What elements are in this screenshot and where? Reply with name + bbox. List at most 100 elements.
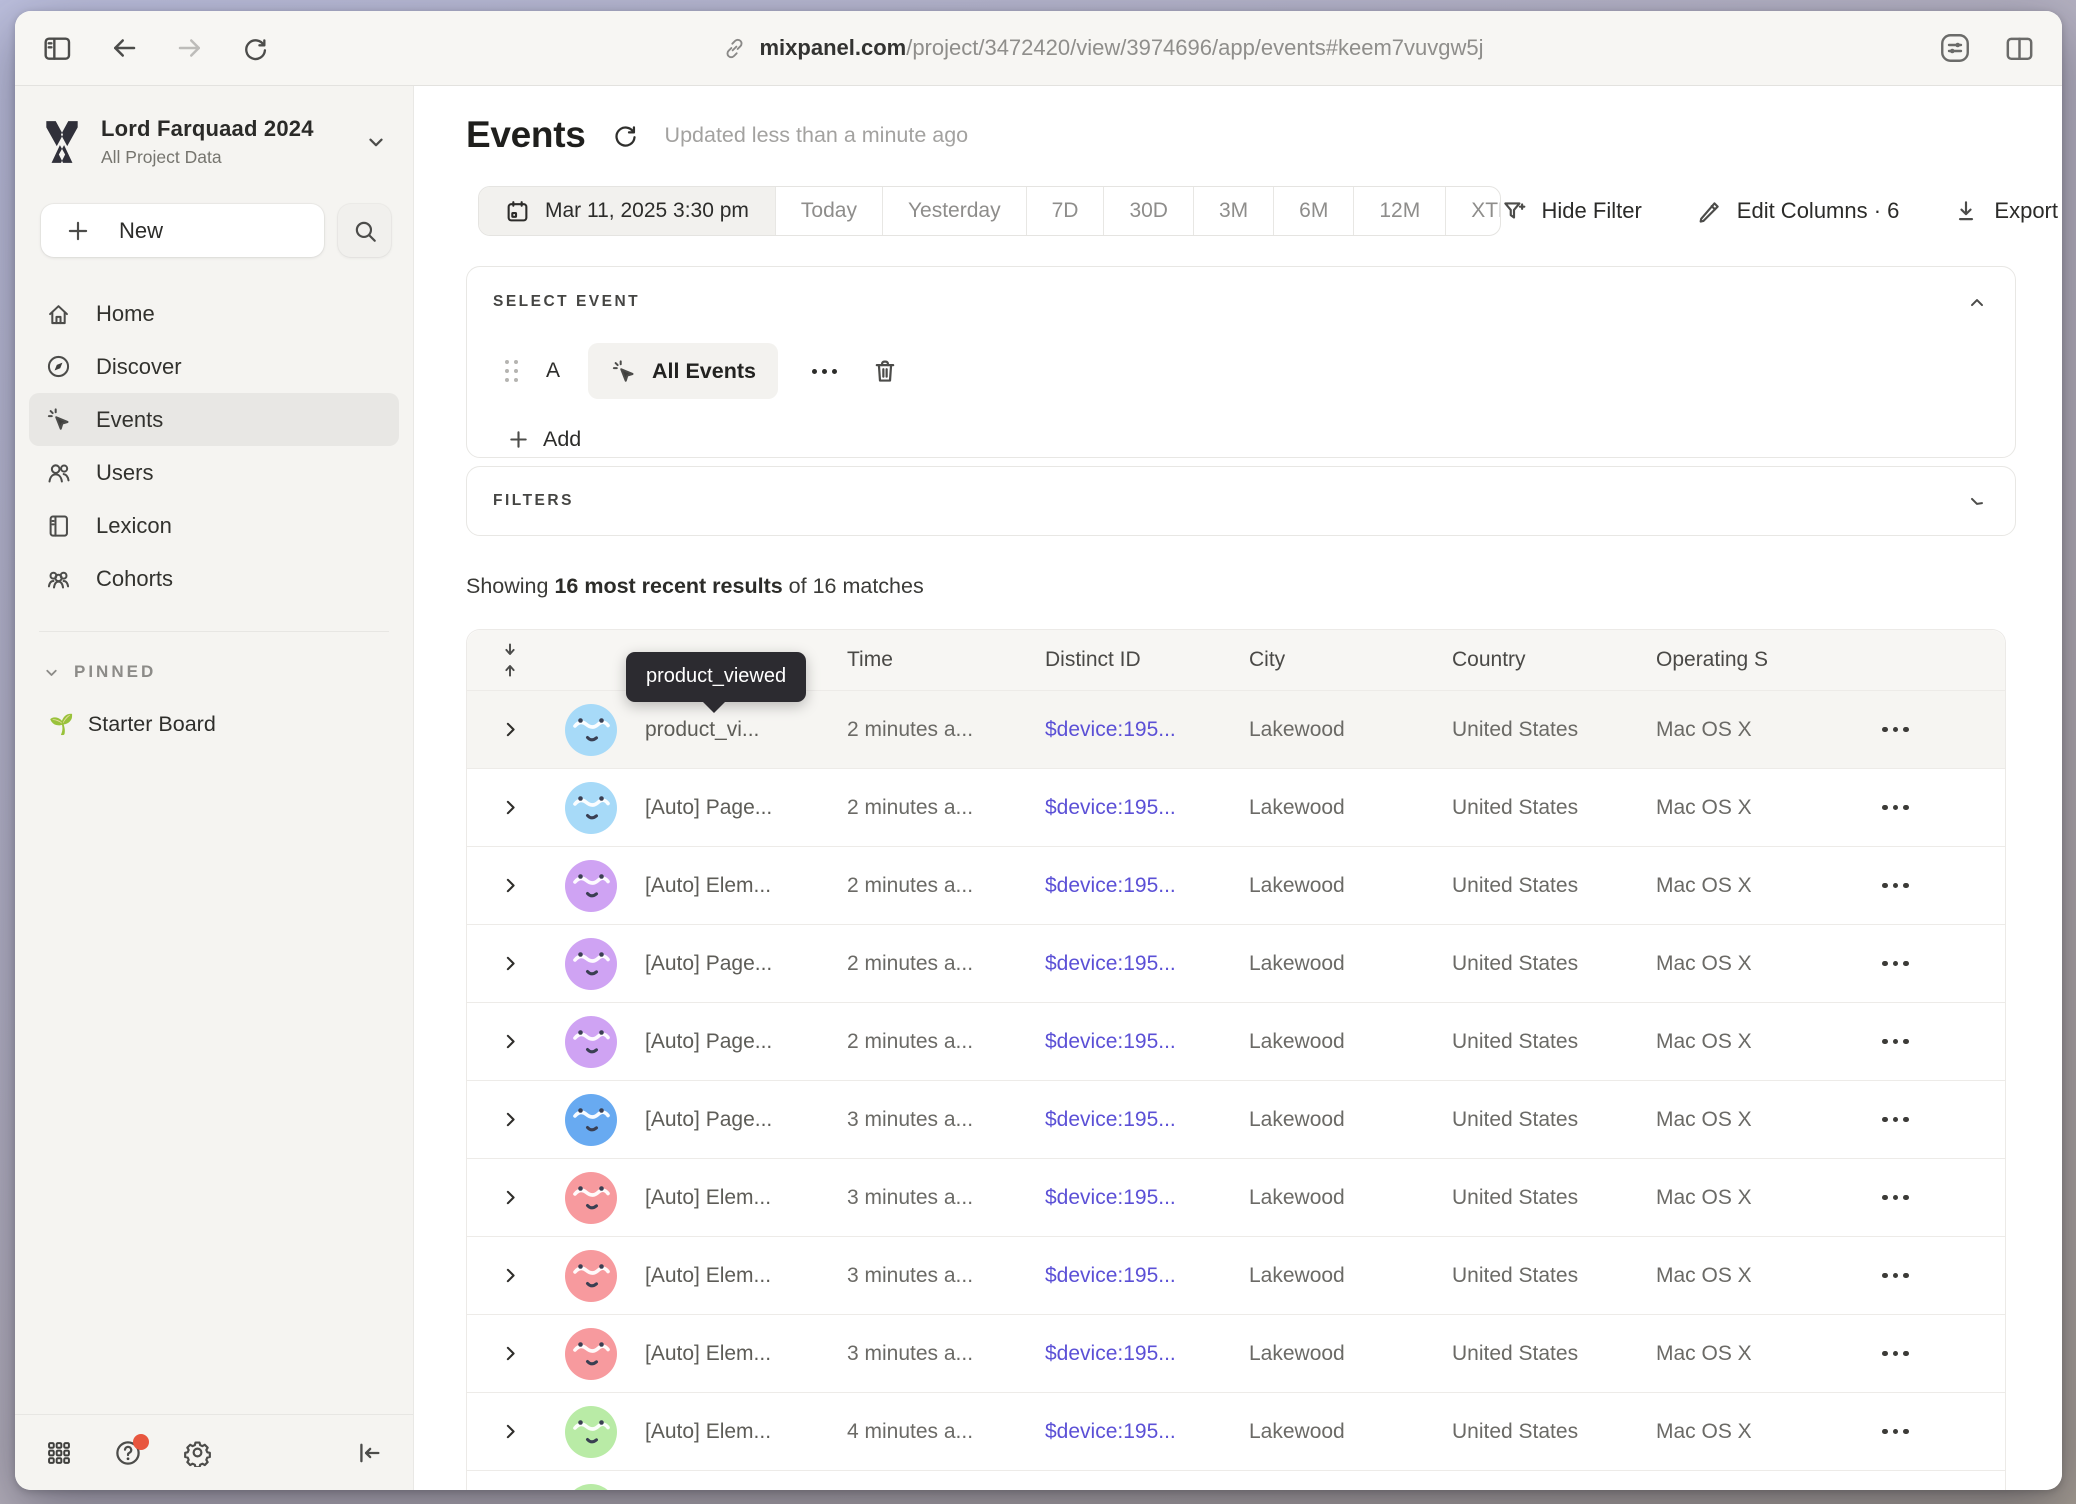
table-row[interactable]: [Auto] Page... 3 minutes a... $device:19… (467, 1080, 2005, 1158)
sidebar-item-starter-board[interactable]: 🌱 Starter Board (49, 712, 389, 737)
distinct-id-link[interactable]: $device:195... (1045, 1030, 1176, 1053)
table-row[interactable]: [Auto] Page... 2 minutes a... $device:19… (467, 924, 2005, 1002)
forward-button-icon[interactable] (175, 33, 205, 63)
event-name[interactable]: [Auto] Page... (645, 1030, 772, 1053)
event-selector-chip[interactable]: All Events (588, 343, 778, 399)
event-name[interactable]: [Auto] Elem... (645, 1264, 771, 1287)
table-row[interactable]: [Auto] Elem... 3 minutes a... $device:19… (467, 1236, 2005, 1314)
distinct-id-link[interactable]: $device:195... (1045, 952, 1176, 975)
range-xtd-button[interactable]: XTD (1445, 187, 1500, 235)
chevron-up-icon[interactable] (1967, 293, 1987, 313)
export-button[interactable]: Export (1953, 198, 2058, 224)
split-view-icon[interactable] (2003, 32, 2036, 65)
browser-settings-icon[interactable] (1937, 30, 1973, 66)
sidebar-item-home[interactable]: Home (29, 287, 399, 340)
sidebar-item-users[interactable]: Users (29, 446, 399, 499)
distinct-id-link[interactable]: $device:195... (1045, 1342, 1176, 1365)
event-name[interactable]: product_vi... (645, 718, 759, 741)
event-name[interactable]: [Auto] Page... (645, 952, 772, 975)
row-menu-button[interactable] (1872, 951, 1919, 977)
help-button[interactable] (113, 1438, 143, 1468)
row-menu-button[interactable] (1872, 795, 1919, 821)
distinct-id-link[interactable]: $device:195... (1045, 1264, 1176, 1287)
add-event-button[interactable]: Add (507, 427, 581, 452)
row-menu-button[interactable] (1872, 873, 1919, 899)
collapse-sidebar-icon[interactable] (355, 1439, 383, 1467)
search-button[interactable] (338, 204, 391, 257)
column-header-time[interactable]: Time (845, 648, 1045, 672)
pinned-section-header[interactable]: PINNED (43, 662, 389, 682)
edit-columns-button[interactable]: Edit Columns · 6 (1696, 198, 1900, 224)
range-yesterday-button[interactable]: Yesterday (882, 187, 1026, 235)
row-menu-button[interactable] (1872, 1107, 1919, 1133)
sidebar-item-events[interactable]: Events (29, 393, 399, 446)
row-expand-chevron[interactable] (500, 953, 521, 974)
row-menu-button[interactable] (1872, 1029, 1919, 1055)
url-bar[interactable]: mixpanel.com/project/3472420/view/397469… (269, 35, 1937, 61)
range-12m-button[interactable]: 12M (1353, 187, 1445, 235)
table-row[interactable]: [Auto] Elem... 2 minutes a... $device:19… (467, 846, 2005, 924)
range-30d-button[interactable]: 30D (1103, 187, 1193, 235)
range-7d-button[interactable]: 7D (1026, 187, 1104, 235)
collapse-rows-icon[interactable] (499, 640, 521, 680)
distinct-id-link[interactable]: $device:195... (1045, 796, 1176, 819)
range-today-button[interactable]: Today (775, 187, 882, 235)
drag-handle[interactable] (505, 360, 518, 382)
project-switcher[interactable]: Lord Farquaad 2024 All Project Data (41, 116, 387, 168)
row-menu-button[interactable] (1872, 1341, 1919, 1367)
row-expand-chevron[interactable] (500, 719, 521, 740)
range-3m-button[interactable]: 3M (1193, 187, 1273, 235)
distinct-id-link[interactable]: $device:195... (1045, 1420, 1176, 1443)
event-name[interactable]: [Auto] Elem... (645, 874, 771, 897)
row-expand-chevron[interactable] (500, 875, 521, 896)
row-expand-chevron[interactable] (500, 1343, 521, 1364)
event-options-button[interactable] (806, 363, 843, 380)
new-button[interactable]: New (41, 204, 324, 257)
column-header-city[interactable]: City (1249, 648, 1452, 672)
row-expand-chevron[interactable] (500, 1265, 521, 1286)
column-header-country[interactable]: Country (1452, 648, 1656, 672)
event-avatar-icon (565, 704, 617, 756)
row-expand-chevron[interactable] (500, 1187, 521, 1208)
chevron-down-icon[interactable] (1967, 491, 1987, 511)
distinct-id-link[interactable]: $device:195... (1045, 874, 1176, 897)
row-expand-chevron[interactable] (500, 1031, 521, 1052)
table-row[interactable]: [Auto] Elem... 4 minutes a... $device:19… (467, 1392, 2005, 1470)
distinct-id-link[interactable]: $device:195... (1045, 718, 1176, 741)
table-row[interactable]: [Auto] Elem... 3 minutes a... $device:19… (467, 1158, 2005, 1236)
event-name[interactable]: [Auto] Page... (645, 1108, 772, 1131)
table-row[interactable]: [Auto] Page... 2 minutes a... $device:19… (467, 768, 2005, 846)
browser-sidebar-toggle-icon[interactable] (41, 32, 73, 64)
event-name[interactable]: [Auto] Elem... (645, 1186, 771, 1209)
row-expand-chevron[interactable] (500, 1421, 521, 1442)
date-range-button[interactable]: Mar 11, 2025 3:30 pm (479, 187, 775, 235)
distinct-id-link[interactable]: $device:195... (1045, 1108, 1176, 1131)
settings-gear-icon[interactable] (183, 1438, 212, 1467)
column-header-distinct-id[interactable]: Distinct ID (1045, 648, 1249, 672)
distinct-id-link[interactable]: $device:195... (1045, 1186, 1176, 1209)
row-menu-button[interactable] (1872, 1185, 1919, 1211)
row-menu-button[interactable] (1872, 1263, 1919, 1289)
column-header-os[interactable]: Operating S (1656, 648, 1856, 672)
row-expand-chevron[interactable] (500, 797, 521, 818)
sidebar-item-discover[interactable]: Discover (29, 340, 399, 393)
event-name[interactable]: [Auto] Page... (645, 796, 772, 819)
refresh-icon[interactable] (612, 122, 639, 149)
range-6m-button[interactable]: 6M (1273, 187, 1353, 235)
table-row[interactable]: [Auto] Page... 2 minutes a... $device:19… (467, 1002, 2005, 1080)
sidebar-item-cohorts[interactable]: Cohorts (29, 552, 399, 605)
sidebar-item-lexicon[interactable]: Lexicon (29, 499, 399, 552)
event-name[interactable]: [Auto] Elem... (645, 1342, 771, 1365)
event-name[interactable]: [Auto] Elem... (645, 1420, 771, 1443)
reload-button-icon[interactable] (241, 34, 269, 62)
pinned-item-label: Starter Board (88, 712, 216, 737)
row-menu-button[interactable] (1872, 1419, 1919, 1445)
row-expand-chevron[interactable] (500, 1109, 521, 1130)
back-button-icon[interactable] (109, 33, 139, 63)
table-row[interactable]: [Auto] Elem... 3 minutes a... $device:19… (467, 1314, 2005, 1392)
table-row[interactable] (467, 1470, 2005, 1490)
trash-icon[interactable] (871, 357, 899, 385)
hide-filter-button[interactable]: Hide Filter (1501, 198, 1642, 224)
row-menu-button[interactable] (1872, 717, 1919, 743)
apps-grid-icon[interactable] (45, 1439, 73, 1467)
